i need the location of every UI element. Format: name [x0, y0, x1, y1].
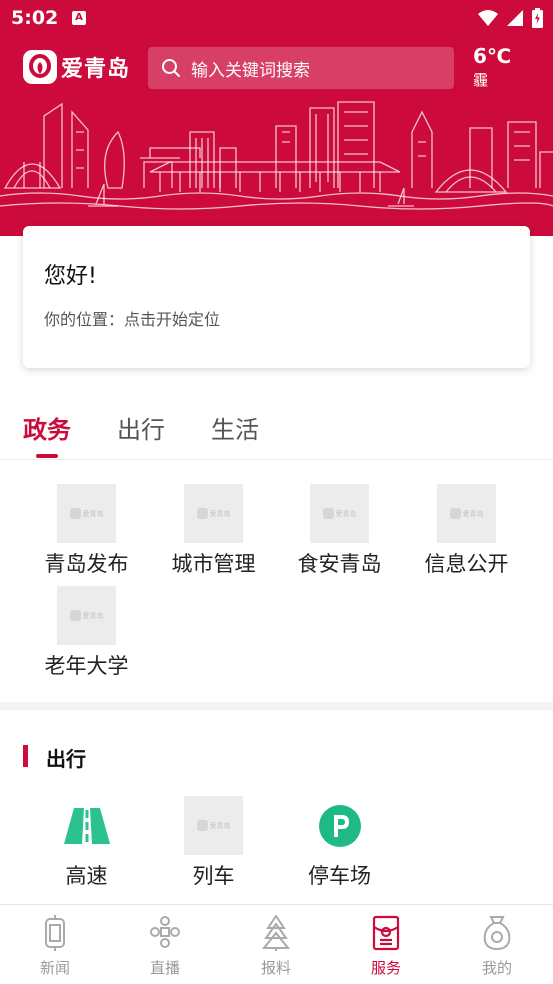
service-label: 城市管理 — [171, 552, 256, 576]
travel-item-highway[interactable]: 高速 — [23, 796, 150, 896]
nav-label: 我的 — [481, 959, 512, 977]
profile-icon — [483, 916, 511, 951]
travel-label: 高速 — [65, 864, 108, 888]
nav-label: 直播 — [149, 959, 180, 977]
brand-name: 爱青岛 — [61, 57, 131, 82]
nav-label: 服务 — [370, 959, 401, 977]
placeholder-thumbnail: 爱青岛 — [310, 484, 369, 543]
weather-widget[interactable]: 6℃ 霾 — [473, 44, 511, 90]
tab-active-indicator — [36, 454, 58, 458]
report-icon — [261, 915, 291, 951]
nav-item-news[interactable]: 新闻 — [0, 911, 110, 983]
greeting-card: 您好! 你的位置：点击开始定位 — [23, 226, 530, 368]
service-item-info-disclosure[interactable]: 爱青岛 信息公开 — [403, 484, 530, 584]
header-banner: 5:02 A 爱青岛 输入关键词搜索 6℃ 霾 — [0, 0, 553, 236]
wifi-icon — [478, 10, 498, 26]
status-time: 5:02 — [11, 7, 59, 29]
top-bar: 爱青岛 输入关键词搜索 6℃ 霾 — [0, 44, 553, 90]
bottom-navigation: 新闻 直播 报料 服务 我的 — [0, 904, 553, 984]
nav-item-live[interactable]: 直播 — [110, 911, 220, 983]
placeholder-thumbnail: 爱青岛 — [57, 586, 116, 645]
status-bar: 5:02 A — [0, 0, 553, 38]
service-label: 食安青岛 — [297, 552, 382, 576]
service-label: 信息公开 — [424, 552, 509, 576]
search-input[interactable]: 输入关键词搜索 — [148, 47, 454, 89]
placeholder-thumbnail: 爱青岛 — [184, 796, 243, 855]
service-item-senior-university[interactable]: 爱青岛 老年大学 — [23, 586, 150, 686]
travel-label: 列车 — [192, 864, 235, 888]
travel-item-parking[interactable]: 停车场 — [276, 796, 403, 896]
nav-label: 新闻 — [39, 959, 70, 977]
section-divider — [0, 702, 553, 710]
placeholder-thumbnail: 爱青岛 — [184, 484, 243, 543]
status-icons — [478, 8, 543, 28]
service-item-food-safety[interactable]: 爱青岛 食安青岛 — [276, 484, 403, 584]
greeting-title: 您好! — [44, 264, 97, 289]
tab-government[interactable]: 政务 — [23, 410, 71, 445]
search-placeholder: 输入关键词搜索 — [191, 60, 310, 81]
highway-icon — [57, 796, 116, 855]
placeholder-thumbnail: 爱青岛 — [57, 484, 116, 543]
nav-item-report[interactable]: 报料 — [221, 911, 331, 983]
app-notification-icon: A — [72, 11, 86, 25]
service-item-city-management[interactable]: 爱青岛 城市管理 — [150, 484, 277, 584]
tab-life[interactable]: 生活 — [211, 410, 259, 445]
city-skyline-illustration — [0, 101, 553, 210]
nav-label: 报料 — [260, 959, 291, 977]
travel-label: 停车场 — [308, 864, 371, 888]
signal-icon — [507, 10, 523, 26]
location-prompt[interactable]: 你的位置：点击开始定位 — [44, 306, 220, 330]
travel-item-train[interactable]: 爱青岛 列车 — [150, 796, 277, 896]
search-icon — [162, 59, 180, 77]
tab-travel[interactable]: 出行 — [117, 410, 165, 445]
app-logo[interactable]: 爱青岛 — [23, 50, 130, 84]
section-accent-bar — [23, 745, 28, 767]
service-icon — [372, 915, 400, 951]
section-title-travel: 出行 — [46, 747, 86, 771]
nav-item-service[interactable]: 服务 — [331, 911, 441, 983]
nav-item-profile[interactable]: 我的 — [442, 911, 552, 983]
service-item-qingdao-release[interactable]: 爱青岛 青岛发布 — [23, 484, 150, 584]
service-label: 老年大学 — [44, 654, 129, 678]
service-label: 青岛发布 — [44, 552, 129, 576]
live-icon — [150, 916, 180, 948]
placeholder-thumbnail: 爱青岛 — [437, 484, 496, 543]
news-icon — [45, 915, 65, 951]
category-tabs: 政务 出行 生活 — [0, 400, 553, 460]
weather-temperature: 6℃ — [473, 44, 512, 68]
logo-mark-icon — [23, 50, 57, 84]
weather-condition: 霾 — [473, 71, 489, 89]
parking-icon — [310, 796, 369, 855]
battery-icon — [532, 8, 543, 28]
